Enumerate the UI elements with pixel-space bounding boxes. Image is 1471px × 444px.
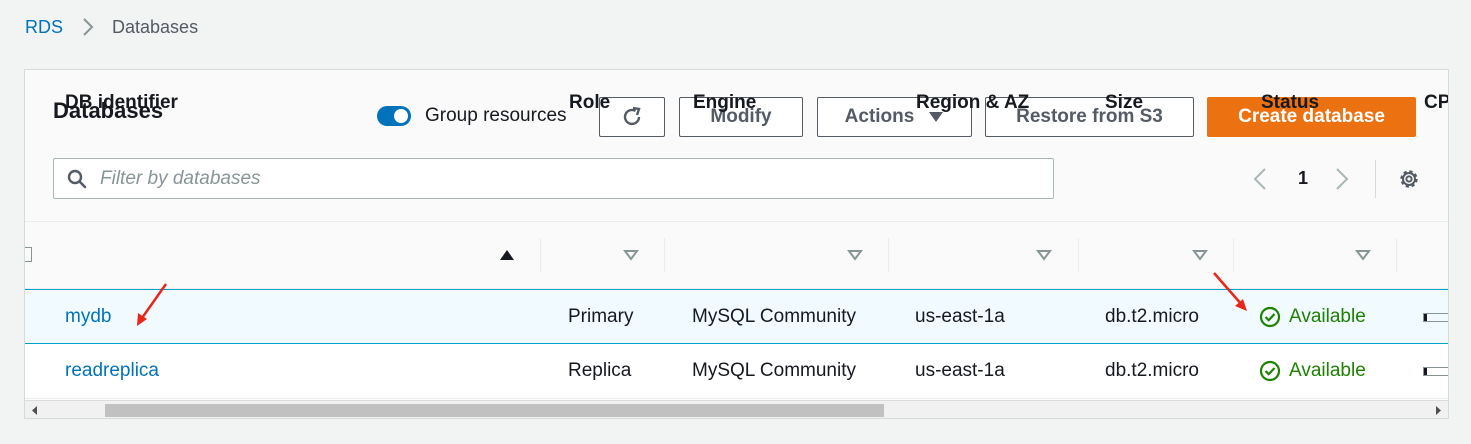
table-header	[25, 222, 1448, 289]
db-identifier-link[interactable]: readreplica	[65, 344, 159, 398]
column-header-role[interactable]: Role	[569, 70, 610, 136]
column-header-engine[interactable]: Engine	[693, 70, 756, 136]
size-cell: db.t2.micro	[1105, 360, 1199, 381]
table-row[interactable]: readreplica Replica MySQL Community us-e…	[25, 344, 1448, 399]
sort-up-icon[interactable]	[499, 249, 515, 261]
db-identifier-link[interactable]: mydb	[65, 290, 111, 343]
cpu-progress-bar	[1423, 313, 1448, 322]
column-label: CP	[1424, 92, 1449, 113]
sort-down-icon[interactable]	[847, 249, 863, 261]
column-label: Region & AZ	[916, 92, 1030, 113]
column-label: Status	[1261, 92, 1320, 113]
size-cell: db.t2.micro	[1105, 305, 1199, 327]
status-text: Available	[1289, 305, 1366, 327]
column-divider[interactable]	[888, 238, 889, 272]
breadcrumb: RDS Databases	[25, 16, 198, 38]
search-input[interactable]	[100, 159, 1000, 198]
toggle-knob	[394, 109, 408, 123]
column-header-status[interactable]: Status	[1261, 70, 1319, 136]
breadcrumb-current: Databases	[112, 16, 199, 37]
column-label: Engine	[693, 92, 757, 113]
column-label: Role	[569, 92, 611, 113]
role-cell: Primary	[568, 305, 634, 327]
search-field	[53, 158, 1054, 199]
select-all-checkbox[interactable]	[25, 247, 32, 262]
scroll-left-icon[interactable]	[32, 406, 38, 415]
horizontal-scrollbar[interactable]	[25, 400, 1448, 418]
group-resources-toggle[interactable]	[377, 106, 411, 126]
gear-icon[interactable]	[1397, 167, 1421, 191]
status-badge: Available	[1259, 290, 1366, 343]
column-header-region-az[interactable]: Region & AZ	[916, 70, 1029, 136]
check-circle-icon	[1259, 360, 1281, 382]
column-divider[interactable]	[540, 238, 541, 272]
cpu-progress-fill	[1424, 314, 1427, 321]
chevron-left-icon[interactable]	[1253, 167, 1267, 191]
column-divider[interactable]	[1233, 238, 1234, 272]
sort-down-icon[interactable]	[1192, 249, 1208, 261]
breadcrumb-rds-link[interactable]: RDS	[25, 17, 63, 38]
chevron-right-icon[interactable]	[1335, 167, 1349, 191]
refresh-icon	[623, 106, 641, 126]
scroll-right-icon[interactable]	[1435, 406, 1441, 415]
status-badge: Available	[1259, 344, 1366, 398]
column-label: Size	[1105, 92, 1144, 113]
status-text: Available	[1289, 360, 1366, 381]
engine-cell: MySQL Community	[692, 305, 856, 327]
search-icon	[67, 169, 87, 189]
column-label: DB identifier	[65, 92, 178, 113]
scrollbar-thumb[interactable]	[105, 404, 884, 417]
pagination-divider	[1375, 160, 1376, 198]
sort-down-icon[interactable]	[1355, 249, 1371, 261]
table-row[interactable]: mydb Primary MySQL Community us-east-1a …	[25, 289, 1448, 344]
column-header-cpu[interactable]: CP	[1424, 70, 1449, 136]
actions-label: Actions	[844, 106, 915, 127]
role-cell: Replica	[568, 360, 632, 381]
column-divider[interactable]	[1396, 238, 1397, 272]
column-header-size[interactable]: Size	[1105, 70, 1143, 136]
databases-panel: Databases Group resources Modify Actions…	[24, 69, 1449, 419]
column-header-db-identifier[interactable]: DB identifier	[65, 70, 178, 136]
chevron-right-icon	[82, 17, 94, 37]
column-divider[interactable]	[1078, 238, 1079, 272]
engine-cell: MySQL Community	[692, 360, 856, 381]
sort-down-icon[interactable]	[623, 249, 639, 261]
region-cell: us-east-1a	[915, 305, 1005, 327]
group-resources-label: Group resources	[425, 105, 567, 126]
column-divider[interactable]	[664, 238, 665, 272]
cpu-progress-bar	[1423, 367, 1448, 376]
region-cell: us-east-1a	[915, 360, 1005, 381]
sort-down-icon[interactable]	[1036, 249, 1052, 261]
check-circle-icon	[1259, 306, 1281, 327]
current-page-number[interactable]: 1	[1296, 168, 1310, 189]
cpu-progress-fill	[1424, 368, 1427, 375]
